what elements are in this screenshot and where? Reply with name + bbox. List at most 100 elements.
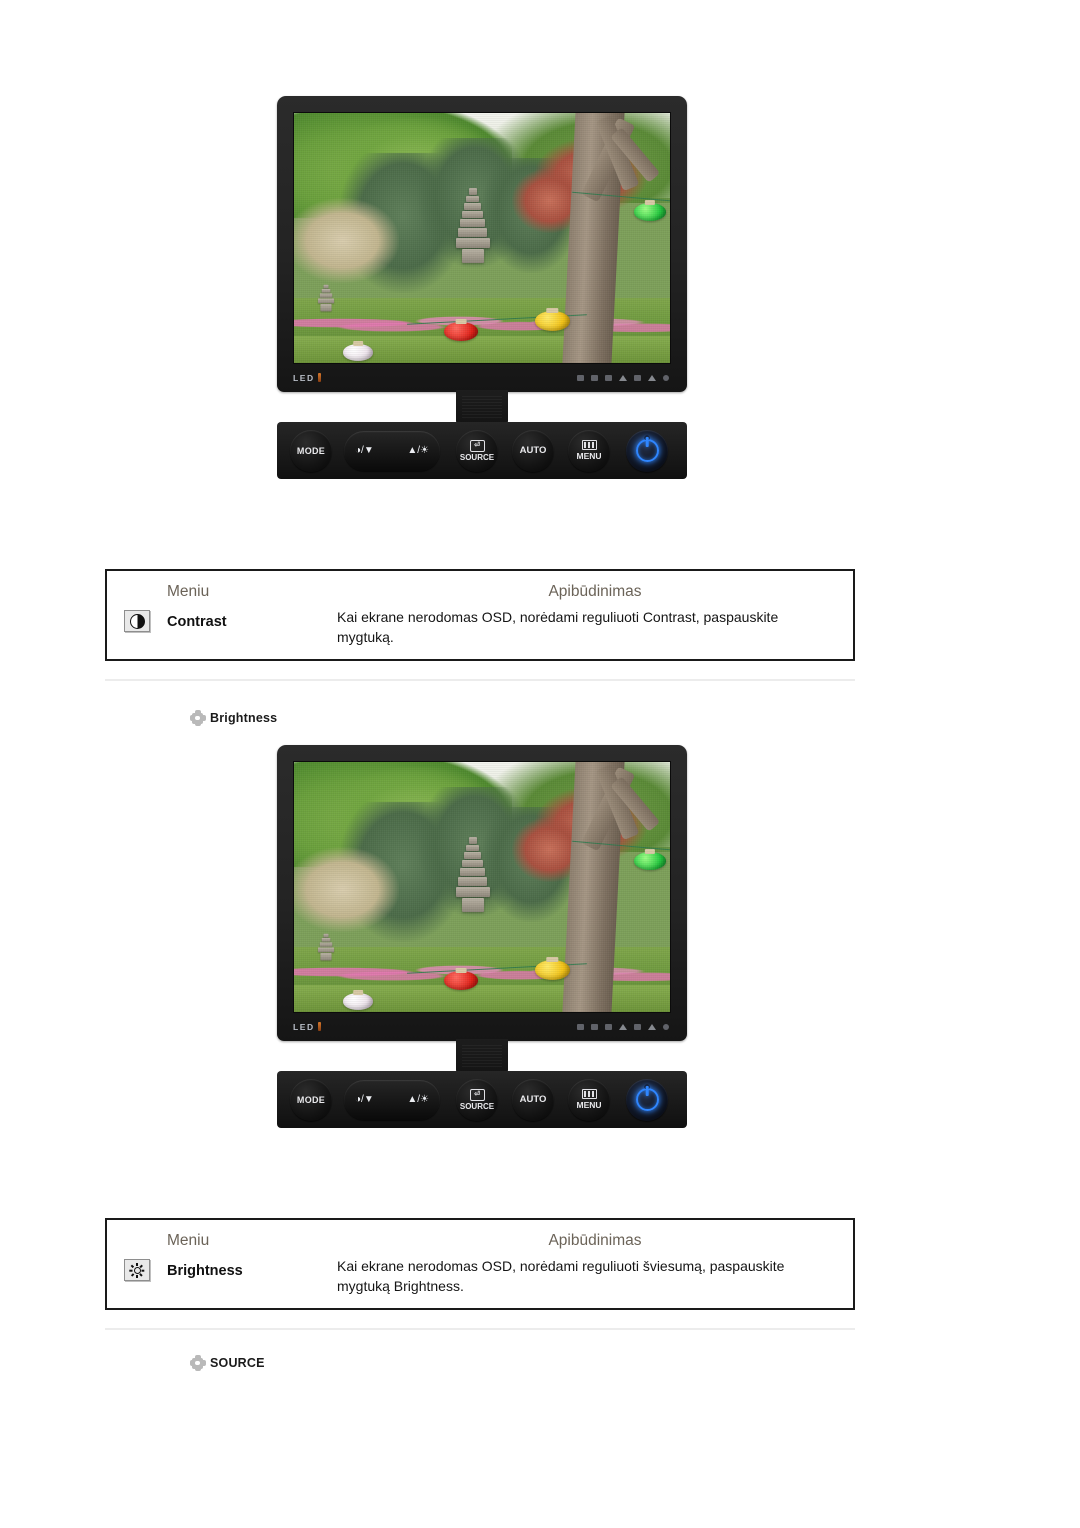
table-row: Contrast Kai ekrane nerodomas OSD, norėd…: [107, 603, 853, 659]
section-divider-1: [105, 679, 855, 681]
mode-button[interactable]: MODE: [290, 1078, 332, 1121]
table-header-row: Meniu Apibūdinimas: [107, 1220, 853, 1252]
bezel-icon-3: [605, 1023, 612, 1030]
menu-grid-icon: [581, 440, 597, 450]
rocker-up-label: ▲/☀: [407, 445, 429, 456]
power-icon: [635, 439, 659, 462]
pagoda-side: [317, 284, 334, 312]
power-icon: [635, 1088, 659, 1111]
menu-button[interactable]: MENU: [568, 429, 610, 472]
mode-button-label: MODE: [296, 1094, 326, 1105]
section-heading-source: SOURCE: [189, 1355, 265, 1371]
pagoda-main: [455, 188, 490, 264]
auto-button[interactable]: AUTO: [512, 1078, 554, 1121]
monitor-stand-neck: [456, 1039, 508, 1073]
bezel-icon-6: [648, 374, 656, 381]
gear-bullet-icon: [189, 710, 206, 726]
monitor-figure-contrast: LED MODE ◑/▼ ▲/☀ ⏎ SOURCE AUTO MENU: [277, 96, 687, 479]
lantern-yellow: [534, 310, 571, 331]
bezel-icon-2: [591, 374, 598, 381]
monitor-panel: LED: [277, 745, 687, 1041]
source-button[interactable]: ⏎ SOURCE: [456, 429, 498, 472]
contrast-icon: [124, 610, 150, 632]
contrast-brightness-rocker-button[interactable]: ◑/▼ ▲/☀: [344, 1079, 440, 1120]
menu-button[interactable]: MENU: [568, 1078, 610, 1121]
bezel-icon-7: [663, 374, 669, 381]
contrast-brightness-rocker-button[interactable]: ◑/▼ ▲/☀: [344, 430, 440, 471]
menu-button-label: MENU: [576, 1100, 602, 1110]
column-header-menu: Meniu: [167, 1232, 210, 1249]
menu-button-label: MENU: [576, 451, 602, 461]
section-divider-2: [105, 1328, 855, 1330]
auto-button-label: AUTO: [519, 445, 547, 456]
rocker-down-label: ◑/▼: [355, 445, 374, 456]
menu-item-description: Kai ekrane nerodomas OSD, norėdami regul…: [337, 1258, 785, 1294]
section-heading-label: SOURCE: [210, 1356, 265, 1370]
auto-button[interactable]: AUTO: [512, 429, 554, 472]
pagoda-main: [455, 837, 490, 913]
lantern-red: [444, 970, 479, 990]
monitor-screen: [293, 761, 671, 1013]
monitor-control-panel: MODE ◑/▼ ▲/☀ ⏎ SOURCE AUTO MENU: [277, 1071, 687, 1128]
power-button[interactable]: [626, 429, 668, 472]
lantern-green: [634, 203, 667, 221]
bezel-icon-1: [577, 374, 584, 381]
section-heading-label: Brightness: [210, 711, 278, 725]
power-button[interactable]: [626, 1078, 668, 1121]
bezel-icon-3: [605, 374, 612, 381]
bezel-icon-5: [634, 1023, 641, 1030]
monitor-screen: [293, 112, 671, 364]
led-text: LED: [293, 1021, 315, 1032]
monitor-stand-neck: [456, 390, 508, 424]
rocker-up-label: ▲/☀: [407, 1094, 429, 1105]
bezel-icon-row: [577, 1023, 671, 1030]
bezel-icon-5: [634, 374, 641, 381]
pagoda-side: [317, 933, 334, 961]
menu-grid-icon: [581, 1089, 597, 1099]
screen-garden-image: [294, 762, 670, 1012]
source-button-label: SOURCE: [459, 452, 495, 462]
auto-button-label: AUTO: [519, 1094, 547, 1105]
lantern-red: [444, 321, 479, 341]
lantern-white: [342, 344, 373, 361]
column-header-menu: Meniu: [167, 583, 210, 600]
led-indicator-label: LED: [293, 1022, 321, 1032]
bezel-icon-4: [619, 374, 627, 381]
bezel-icon-row: [577, 374, 671, 381]
rocker-down-label: ◑/▼: [355, 1094, 374, 1105]
lantern-white: [342, 993, 373, 1010]
monitor-control-panel: MODE ◑/▼ ▲/☀ ⏎ SOURCE AUTO MENU: [277, 422, 687, 479]
led-dot-icon: [317, 373, 321, 382]
column-header-description: Apibūdinimas: [548, 1232, 642, 1249]
mode-button-label: MODE: [296, 445, 326, 456]
contrast-spec-table: Meniu Apibūdinimas Contrast Kai ekrane n…: [105, 569, 855, 661]
mode-button[interactable]: MODE: [290, 429, 332, 472]
brightness-spec-table: Meniu Apibūdinimas Brightness Kai ekrane…: [105, 1218, 855, 1310]
led-text: LED: [293, 372, 315, 383]
monitor-panel: LED: [277, 96, 687, 392]
bezel-icon-1: [577, 1023, 584, 1030]
menu-item-description: Kai ekrane nerodomas OSD, norėdami regul…: [337, 609, 779, 645]
source-button[interactable]: ⏎ SOURCE: [456, 1078, 498, 1121]
lantern-green: [634, 852, 667, 870]
bezel-icon-2: [591, 1023, 598, 1030]
section-heading-brightness: Brightness: [189, 710, 278, 726]
brightness-icon: [124, 1259, 150, 1281]
led-dot-icon: [317, 1022, 321, 1031]
monitor-bezel-bottom: LED: [293, 364, 671, 391]
table-row: Brightness Kai ekrane nerodomas OSD, nor…: [107, 1252, 853, 1308]
lantern-yellow: [534, 959, 571, 980]
led-indicator-label: LED: [293, 373, 321, 383]
menu-item-name: Brightness: [167, 1263, 243, 1279]
table-header-row: Meniu Apibūdinimas: [107, 571, 853, 603]
enter-arrow-icon: ⏎: [469, 439, 485, 452]
bezel-icon-7: [663, 1023, 669, 1030]
bezel-icon-4: [619, 1023, 627, 1030]
screen-garden-image: [294, 113, 670, 363]
gear-bullet-icon: [189, 1355, 206, 1371]
monitor-bezel-bottom: LED: [293, 1013, 671, 1040]
menu-item-name: Contrast: [167, 614, 227, 630]
monitor-figure-brightness: LED MODE ◑/▼ ▲/☀ ⏎ SOURCE AUTO MENU: [277, 745, 687, 1128]
bezel-icon-6: [648, 1023, 656, 1030]
source-button-label: SOURCE: [459, 1101, 495, 1111]
